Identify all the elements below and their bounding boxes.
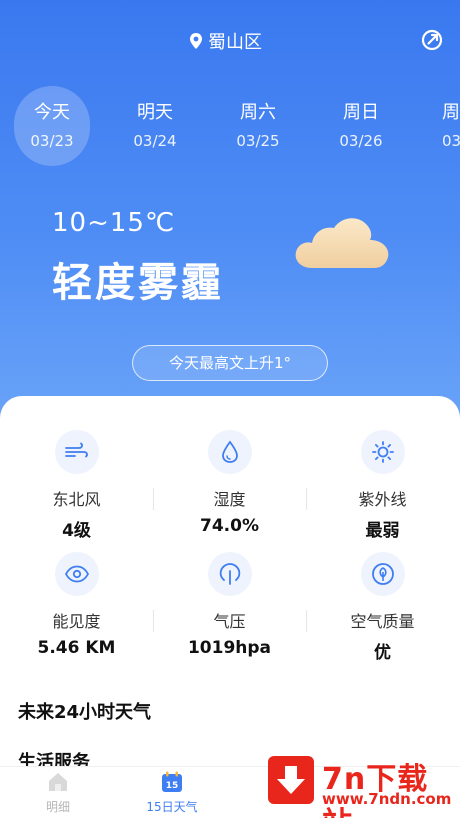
eye-icon — [64, 565, 89, 583]
tab-15-day-weather[interactable]: 15 15日天气 — [132, 771, 212, 815]
detail-value: 优 — [374, 643, 391, 663]
weather-hero: 蜀山区 今天 03/23 明天 03/24 周六 03/25 周日 03/26 … — [0, 0, 460, 430]
detail-label: 气压 — [213, 612, 246, 631]
sun-icon — [371, 441, 394, 463]
day-name: 今天 — [34, 102, 70, 123]
day-tab-saturday[interactable]: 周六 03/25 — [220, 86, 296, 166]
share-icon[interactable] — [420, 28, 444, 52]
home-icon — [49, 773, 67, 791]
detail-humidity: 湿度 74.0% — [153, 430, 306, 536]
detail-visibility: 能见度 5.46 KM — [0, 552, 153, 658]
detail-wind: 东北风 4级 — [0, 430, 153, 541]
calendar-icon: 15 — [162, 771, 182, 792]
forecast-24h-heading: 未来24小时天气 — [18, 702, 152, 723]
location-selector[interactable]: 蜀山区 — [188, 28, 262, 54]
top-bar: 蜀山区 — [0, 26, 460, 56]
humidity-icon — [221, 440, 238, 463]
detail-value: 最弱 — [365, 521, 400, 541]
detail-air-quality: 空气质量 优 — [306, 552, 459, 663]
cloud-icon — [295, 218, 389, 268]
day-date: 03/26 — [339, 132, 383, 150]
watermark-title: 7n下载站 — [322, 762, 429, 818]
wind-icon — [64, 442, 88, 458]
day-date: 03/24 — [133, 132, 177, 150]
watermark-url: www.7ndn.com — [322, 790, 452, 808]
day-date: 03/23 — [30, 132, 74, 150]
detail-value: 5.46 KM — [37, 638, 116, 658]
day-date: 03/25 — [236, 132, 280, 150]
day-tab-sunday[interactable]: 周日 03/26 — [323, 86, 399, 166]
detail-value: 74.0% — [200, 516, 259, 536]
detail-label: 空气质量 — [350, 612, 415, 631]
day-name: 周六 — [240, 102, 276, 123]
tab-label: 明细 — [45, 800, 70, 814]
calendar-badge: 15 — [166, 781, 179, 791]
day-tab-today[interactable]: 今天 03/23 — [14, 86, 90, 166]
tab-details[interactable]: 明细 — [18, 771, 98, 815]
day-date: 03/ — [442, 132, 460, 150]
day-name: 周 — [442, 102, 460, 123]
tab-label: 15日天气 — [146, 800, 198, 814]
day-tab-tomorrow[interactable]: 明天 03/24 — [117, 86, 193, 166]
detail-label: 东北风 — [52, 490, 101, 509]
temperature-range: 10~15℃ — [52, 208, 176, 238]
detail-pressure: 气压 1019hpa — [153, 552, 306, 658]
detail-label: 紫外线 — [358, 490, 407, 509]
day-name: 明天 — [137, 102, 173, 123]
detail-uv: 紫外线 最弱 — [306, 430, 459, 541]
day-tab-monday[interactable]: 周 03/ — [426, 86, 460, 166]
detail-label: 能见度 — [52, 612, 101, 631]
location-name: 蜀山区 — [208, 32, 262, 53]
life-services-heading: 生活服务 — [18, 752, 90, 766]
detail-value: 1019hpa — [187, 638, 272, 658]
weather-condition: 轻度雾霾 — [52, 260, 224, 306]
leaf-icon — [371, 563, 394, 585]
day-selector: 今天 03/23 明天 03/24 周六 03/25 周日 03/26 周 03… — [14, 86, 460, 166]
site-watermark: 7n下载站 www.7ndn.com — [268, 752, 458, 818]
pressure-icon — [219, 563, 240, 585]
detail-value: 4级 — [62, 521, 91, 541]
temperature-notice[interactable]: 今天最高文上升1° — [132, 345, 328, 381]
location-pin-icon — [190, 33, 202, 49]
detail-label: 湿度 — [213, 490, 246, 509]
download-arrow-icon — [268, 756, 314, 804]
day-name: 周日 — [343, 102, 379, 123]
